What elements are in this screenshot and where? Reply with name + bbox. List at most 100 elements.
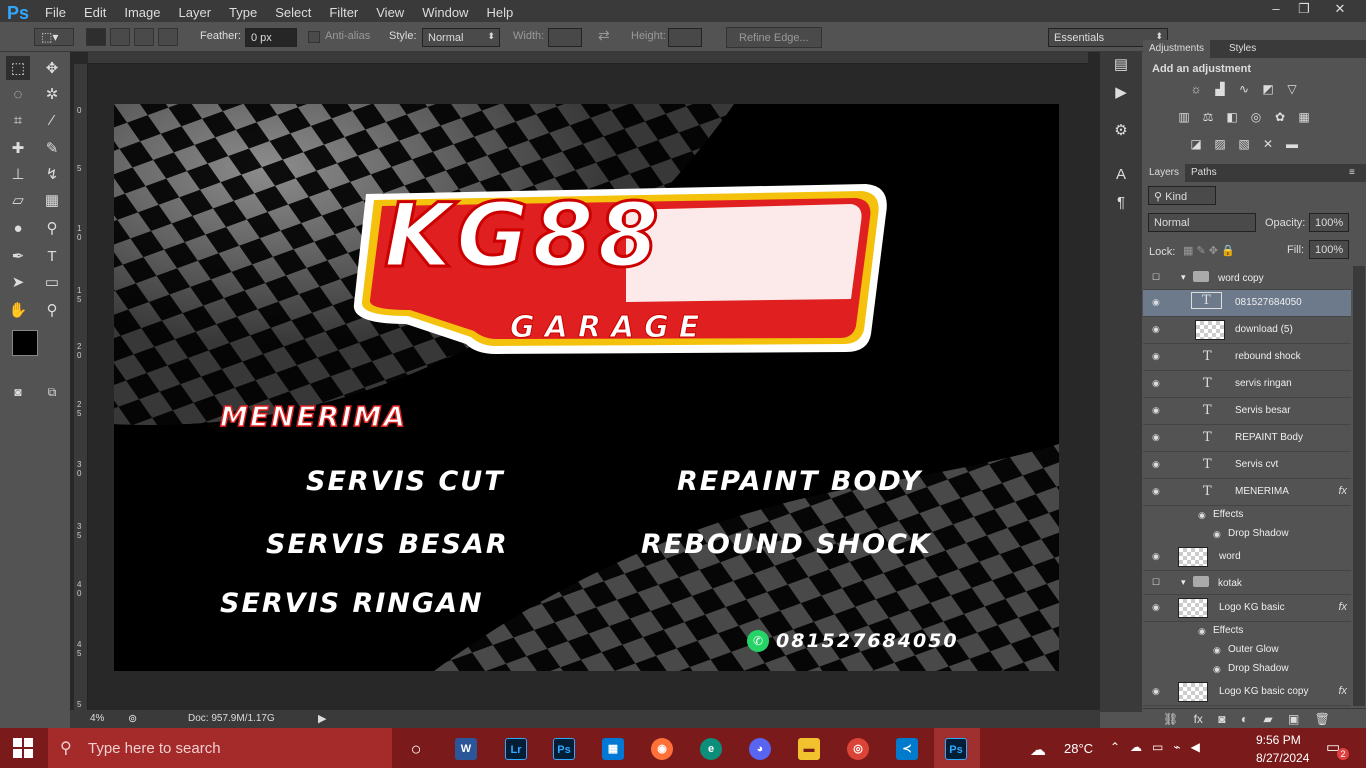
properties-panel-icon[interactable]: ⚙ (1109, 118, 1133, 142)
new-selection-button[interactable] (86, 28, 106, 46)
visibility-eye-icon[interactable]: ◉ (1213, 645, 1225, 655)
panel-menu-icon[interactable]: ≡ (1343, 164, 1361, 182)
visibility-eye-icon[interactable]: ◉ (1152, 378, 1164, 388)
brush-tool-icon[interactable]: ✎ (40, 136, 64, 160)
weather-icon[interactable]: ☁ (1030, 740, 1046, 760)
dodge-tool-icon[interactable]: ⚲ (40, 216, 64, 240)
zoom-tool-icon[interactable]: ⚲ (40, 298, 64, 322)
gradient-tool-icon[interactable]: ▦ (40, 188, 64, 212)
blend-mode-select[interactable]: Normal (1148, 213, 1256, 232)
visibility-eye-icon[interactable]: ◉ (1198, 510, 1210, 520)
lasso-tool-icon[interactable]: ◌ (6, 82, 30, 106)
visibility-eye-icon[interactable]: ◉ (1152, 551, 1164, 561)
pen-tool-icon[interactable]: ✒ (6, 244, 30, 268)
quick-mask-icon[interactable]: ◙ (6, 380, 30, 404)
task-view-icon[interactable]: ○ (405, 738, 427, 760)
layer-row[interactable]: ◉ Tservis ringan (1143, 371, 1351, 398)
layer-row[interactable]: ◉ T Servis besar (1143, 398, 1351, 425)
channel-mixer-icon[interactable]: ✿ (1272, 110, 1288, 124)
history-brush-tool-icon[interactable]: ↯ (40, 162, 64, 186)
refine-edge-button[interactable]: Refine Edge... (726, 27, 822, 48)
visibility-eye-icon[interactable]: ◉ (1152, 602, 1164, 612)
document-canvas[interactable]: KG88 GARAGE MENERIMA SERVIS CUT REPAINT … (114, 104, 1059, 671)
subtract-selection-button[interactable] (134, 28, 154, 46)
feather-input[interactable]: 0 px (245, 28, 297, 47)
hue-sat-icon[interactable]: ▥ (1176, 110, 1192, 124)
lock-icons[interactable]: ▦ ✎ ✥ 🔒 (1183, 244, 1235, 257)
black-white-icon[interactable]: ◧ (1224, 110, 1240, 124)
path-selection-tool-icon[interactable]: ➤ (6, 270, 30, 294)
visibility-eye-icon[interactable]: ◉ (1152, 297, 1164, 307)
threshold-icon[interactable]: ▧ (1236, 137, 1252, 151)
layers-scrollbar[interactable] (1353, 266, 1365, 706)
type-tool-icon[interactable]: T (40, 244, 64, 268)
layer-effect-row[interactable]: ◉ Drop Shadow (1143, 660, 1351, 679)
add-selection-button[interactable] (110, 28, 130, 46)
taskbar-search[interactable]: ⚲ Type here to search (48, 728, 392, 768)
photoshop-active-icon[interactable]: Ps (945, 738, 967, 760)
layer-filter-kind[interactable]: ⚲ Kind (1148, 186, 1216, 205)
layer-row[interactable]: ◉ Logo KG basic fx (1143, 595, 1351, 622)
history-panel-icon[interactable]: ▤ (1109, 52, 1133, 76)
blur-tool-icon[interactable]: ● (6, 216, 30, 240)
swap-icon[interactable]: ⇄ (598, 27, 610, 44)
visibility-eye-icon[interactable]: ☐ (1152, 272, 1164, 282)
visibility-eye-icon[interactable]: ◉ (1152, 324, 1164, 334)
vscode-icon[interactable]: ≺ (896, 738, 918, 760)
gradient-map-icon[interactable]: ▬ (1284, 137, 1300, 151)
layer-effect-row[interactable]: ◉ Effects (1143, 622, 1351, 641)
restore-button[interactable]: ❐ (1286, 0, 1322, 20)
visibility-eye-icon[interactable]: ◉ (1198, 626, 1210, 636)
status-info-icon[interactable]: ⊚ (128, 712, 137, 725)
tray-icons[interactable]: ⌃☁▭⌁◀ (1110, 740, 1210, 754)
layer-row[interactable]: ◉ Logo KG basic copy fx (1143, 679, 1351, 706)
tab-adjustments[interactable]: Adjustments (1143, 40, 1211, 58)
screen-mode-icon[interactable]: ⧉ (40, 380, 64, 404)
word-icon[interactable]: W (455, 738, 477, 760)
crop-tool-icon[interactable]: ⌗ (6, 108, 30, 132)
visibility-eye-icon[interactable]: ◉ (1152, 686, 1164, 696)
group-expand-icon[interactable]: ▾ (1181, 577, 1186, 588)
layer-row[interactable]: ◉ T Servis cvt (1143, 452, 1351, 479)
firefox-icon[interactable]: ◉ (651, 738, 673, 760)
visibility-eye-icon[interactable]: ◉ (1152, 405, 1164, 415)
layer-row[interactable]: ☐ ▾ kotak (1143, 571, 1351, 595)
layer-effect-row[interactable]: ◉ Outer Glow (1143, 641, 1351, 660)
actions-panel-icon[interactable]: ▶ (1109, 80, 1133, 104)
discord-icon[interactable]: ◕ (749, 738, 771, 760)
move-tool-icon[interactable]: ✥ (40, 56, 64, 80)
foreground-color-swatch[interactable] (12, 330, 38, 356)
vibrance-icon[interactable]: ▽ (1284, 82, 1300, 96)
selective-color-icon[interactable]: ✕ (1260, 137, 1276, 151)
eraser-tool-icon[interactable]: ▱ (6, 188, 30, 212)
clone-stamp-tool-icon[interactable]: ⊥ (6, 162, 30, 186)
layer-effect-row[interactable]: ◉ Effects (1143, 506, 1351, 525)
layers-footer-icons[interactable]: ⛓ fx ◙ ◐ ▰ ▣ 🗑 (1143, 708, 1366, 728)
exposure-icon[interactable]: ◩ (1260, 82, 1276, 96)
layer-row[interactable]: ◉ T MENERIMA fx (1143, 479, 1351, 506)
layer-row[interactable]: ☐ ▾ word copy (1143, 266, 1351, 290)
marquee-preset-picker[interactable]: ⬚▾ (34, 28, 74, 46)
eyedropper-tool-icon[interactable]: ⁄ (40, 108, 64, 132)
visibility-eye-icon[interactable]: ◉ (1152, 459, 1164, 469)
magic-wand-tool-icon[interactable]: ✲ (40, 82, 64, 106)
close-button[interactable]: ✕ (1322, 0, 1358, 20)
height-input[interactable] (668, 28, 702, 47)
antialias-checkbox[interactable] (308, 31, 320, 43)
windows-start-icon[interactable] (13, 738, 33, 758)
zoom-level[interactable]: 4% (90, 713, 104, 724)
clock-time[interactable]: 9:56 PM (1256, 733, 1301, 747)
marquee-tool-icon[interactable]: ⬚ (6, 56, 30, 80)
width-input[interactable] (548, 28, 582, 47)
levels-icon[interactable]: ▟ (1212, 82, 1228, 96)
clock-date[interactable]: 8/27/2024 (1256, 751, 1309, 765)
store-icon[interactable]: ▦ (602, 738, 624, 760)
tab-paths[interactable]: Paths (1185, 164, 1223, 182)
layer-row[interactable]: ◉ T REPAINT Body (1143, 425, 1351, 452)
status-arrow-icon[interactable]: ▶ (318, 712, 326, 725)
opacity-input[interactable]: 100% (1309, 213, 1349, 232)
rectangle-tool-icon[interactable]: ▭ (40, 270, 64, 294)
brightness-icon[interactable]: ☼ (1188, 82, 1204, 96)
tab-layers[interactable]: Layers (1143, 164, 1186, 182)
visibility-eye-icon[interactable]: ◉ (1213, 664, 1225, 674)
